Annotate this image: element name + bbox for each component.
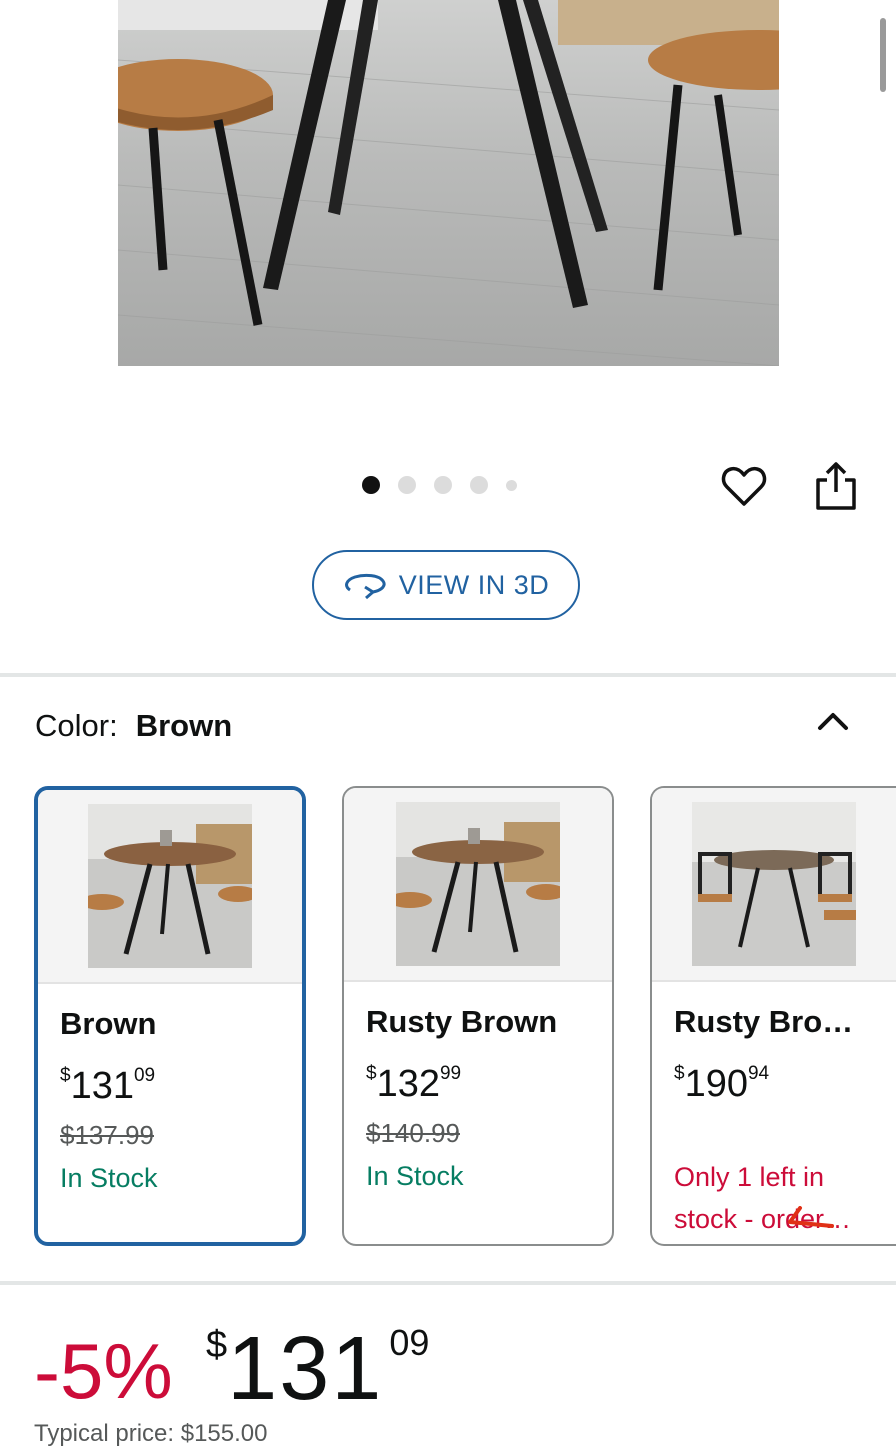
rotate-3d-icon bbox=[344, 573, 386, 600]
carousel-dot[interactable] bbox=[434, 476, 452, 494]
selected-color-value: Brown bbox=[135, 708, 233, 743]
table-thumbnail-image bbox=[396, 802, 560, 966]
red-annotation-mark bbox=[788, 1206, 834, 1228]
image-carousel-indicator[interactable] bbox=[362, 476, 517, 494]
table-thumbnail-image bbox=[88, 804, 252, 968]
current-price: $131 09 bbox=[206, 1319, 430, 1419]
variant-price: $13109 bbox=[60, 1065, 156, 1107]
carousel-dot[interactable] bbox=[398, 476, 416, 494]
variant-stock-status: Only 1 left in stock - order… bbox=[674, 1162, 852, 1234]
chevron-up-icon[interactable] bbox=[814, 702, 852, 740]
product-image[interactable] bbox=[118, 0, 779, 366]
carousel-dot[interactable] bbox=[470, 476, 488, 494]
variant-list-price: $137.99 bbox=[60, 1120, 154, 1150]
section-divider bbox=[0, 673, 896, 677]
table-set-thumbnail-image bbox=[692, 802, 856, 966]
variant-name: Brown bbox=[60, 1006, 157, 1041]
carousel-dot[interactable] bbox=[506, 479, 517, 491]
view-in-3d-label: VIEW IN 3D bbox=[398, 569, 550, 600]
variant-thumbnail bbox=[344, 788, 612, 982]
scrollbar-thumb[interactable] bbox=[880, 18, 886, 92]
carousel-dot[interactable] bbox=[362, 476, 380, 494]
view-in-3d-button[interactable]: VIEW IN 3D bbox=[312, 550, 580, 620]
share-icon[interactable] bbox=[813, 460, 859, 512]
variant-card-rusty-brown[interactable]: Rusty Brown $13299 $140.99 In Stock bbox=[342, 786, 614, 1246]
section-divider bbox=[0, 1281, 896, 1285]
variant-list-price: $140.99 bbox=[366, 1118, 460, 1148]
variant-card-rusty-brown-set[interactable]: Rusty Brow… $19094 Only 1 left in stock … bbox=[650, 786, 896, 1246]
color-selector-header: Color: Brown bbox=[35, 708, 232, 744]
variant-stock-status: In Stock bbox=[60, 1163, 158, 1193]
variant-name: Rusty Brow… bbox=[674, 1004, 876, 1039]
variant-thumbnail bbox=[652, 788, 896, 982]
variant-card-brown[interactable]: Brown $13109 $137.99 In Stock bbox=[34, 786, 306, 1246]
variant-price: $19094 bbox=[674, 1063, 770, 1105]
variant-price: $13299 bbox=[366, 1063, 462, 1105]
wishlist-heart-icon[interactable] bbox=[720, 462, 768, 510]
variant-stock-status: In Stock bbox=[366, 1161, 464, 1191]
discount-percentage: -5% bbox=[34, 1327, 173, 1415]
typical-price: Typical price: $155.00 bbox=[34, 1420, 268, 1447]
variant-name: Rusty Brown bbox=[366, 1004, 558, 1039]
color-label: Color: bbox=[35, 708, 118, 743]
variant-thumbnail bbox=[38, 790, 302, 984]
product-photo-illustration bbox=[118, 0, 779, 366]
